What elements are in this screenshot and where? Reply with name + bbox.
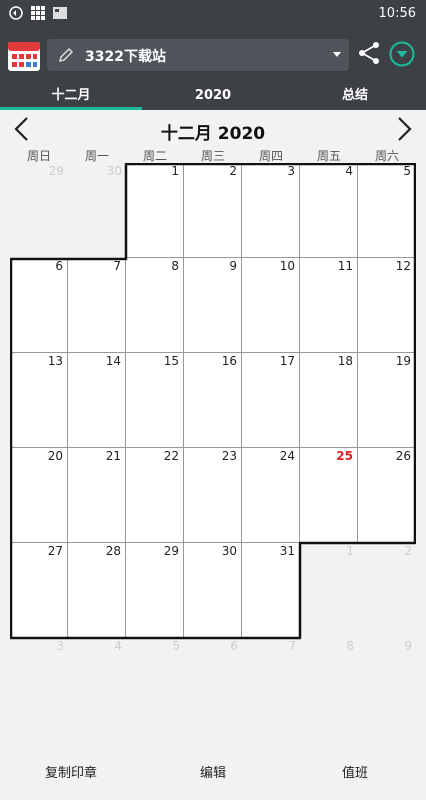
weekday-label: 周一 bbox=[84, 149, 109, 163]
tab-summary[interactable]: 总结 bbox=[284, 84, 426, 110]
grid-icon bbox=[31, 6, 45, 20]
tab-summary-label: 总结 bbox=[341, 88, 368, 103]
calendar-grid: 29 30 1 2 3 4 5 6 7 8 9 10 11 12 13 14 15 16 17 18 19 20 21 22 2… bbox=[10, 163, 416, 733]
status-bar: 10:56 bbox=[0, 0, 426, 28]
pencil-icon bbox=[58, 47, 74, 63]
next-month-icon[interactable] bbox=[392, 116, 416, 142]
tab-month-label: 十二月 bbox=[51, 88, 91, 103]
weekday-label: 周二 bbox=[142, 149, 167, 163]
sync-icon bbox=[9, 6, 23, 20]
weekday-label: 周五 bbox=[316, 149, 341, 163]
copy-stamp-button[interactable]: 复制印章 bbox=[0, 762, 142, 781]
download-circle-icon[interactable] bbox=[388, 40, 416, 68]
on-duty-button[interactable]: 值班 bbox=[284, 762, 426, 781]
month-header: 十二月 2020 bbox=[0, 110, 426, 146]
calendar-name: 3322下载站 bbox=[85, 49, 166, 65]
tab-year-label: 2020 bbox=[194, 88, 232, 103]
calendar-selector[interactable]: 3322下载站 bbox=[47, 39, 349, 71]
clock: 10:56 bbox=[378, 6, 416, 21]
app-bar: 3322下载站 bbox=[0, 28, 426, 84]
weekday-label: 周日 bbox=[26, 149, 51, 163]
weekday-label: 周六 bbox=[374, 149, 399, 163]
weekday-header: 周日 周一 周二 周三 周四 周五 周六 bbox=[10, 147, 416, 163]
tab-bar: 十二月 2020 总结 bbox=[0, 84, 426, 110]
tab-year[interactable]: 2020 bbox=[142, 84, 284, 110]
calendar-app-icon[interactable] bbox=[7, 38, 41, 72]
bottom-actions: 复制印章 编辑 值班 bbox=[0, 752, 426, 792]
share-icon[interactable] bbox=[356, 40, 382, 66]
weekday-label: 周三 bbox=[200, 149, 225, 163]
weekday-label: 周四 bbox=[258, 149, 283, 163]
image-icon bbox=[53, 7, 67, 19]
month-title: 十二月 2020 bbox=[160, 124, 266, 144]
chevron-down-icon bbox=[333, 52, 341, 57]
edit-button[interactable]: 编辑 bbox=[142, 762, 284, 781]
month-outline bbox=[10, 163, 416, 640]
